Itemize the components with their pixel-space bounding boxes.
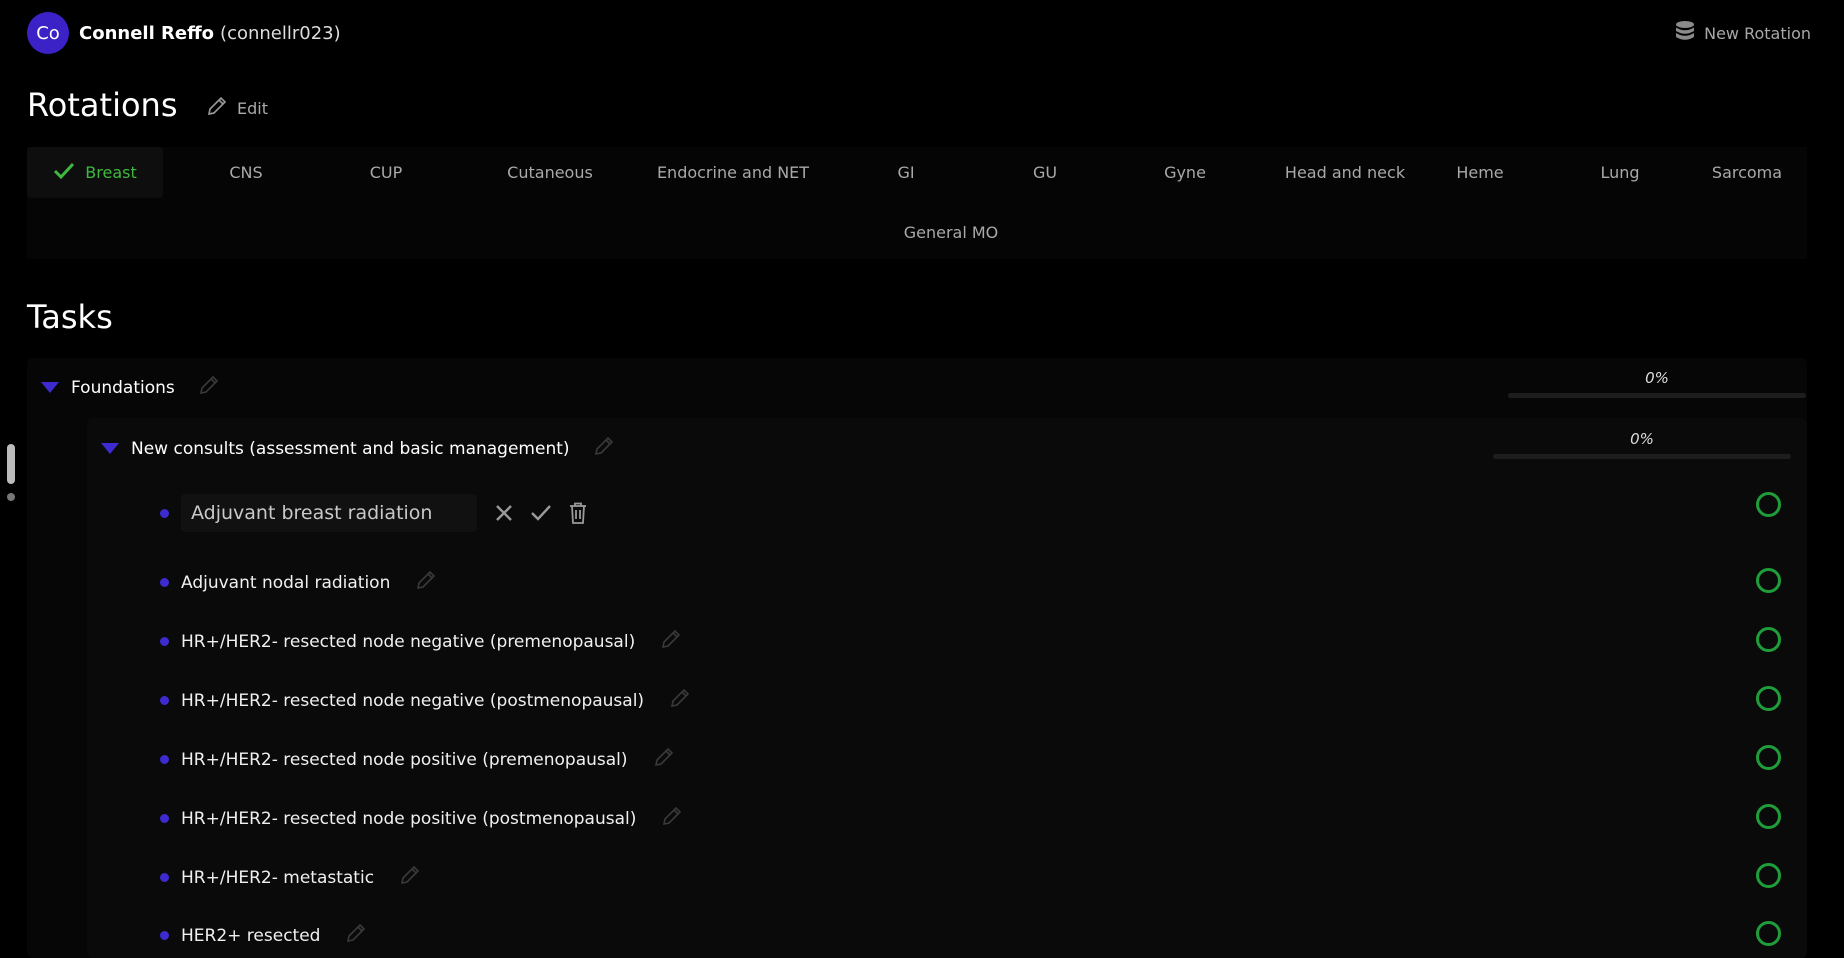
user-name: Connell Reffo xyxy=(79,22,215,44)
new-rotation-label: New Rotation xyxy=(1704,23,1811,43)
tab-gyne[interactable]: Gyne xyxy=(1120,147,1250,198)
task-row: HR+/HER2- resected node positive (premen… xyxy=(160,745,676,774)
tab-breast[interactable]: Breast xyxy=(27,147,163,198)
task-label: HR+/HER2- resected node positive (postme… xyxy=(181,808,637,829)
tab-general-mo[interactable]: General MO xyxy=(851,207,1051,258)
status-circle[interactable] xyxy=(1756,627,1781,652)
bullet xyxy=(160,578,169,587)
caret-down-icon[interactable] xyxy=(41,382,59,393)
task-row-editing xyxy=(160,494,603,532)
status-circle[interactable] xyxy=(1756,921,1781,946)
avatar[interactable]: Co xyxy=(27,12,69,54)
pencil-icon xyxy=(205,94,237,122)
task-label: HR+/HER2- resected node negative (postme… xyxy=(181,690,645,711)
tab-label: Heme xyxy=(1456,163,1504,182)
tab-endocrine-and-net[interactable]: Endocrine and NET xyxy=(623,147,843,198)
subgroup-progress: 0% xyxy=(1493,430,1791,459)
tab-sarcoma[interactable]: Sarcoma xyxy=(1687,147,1807,198)
task-label: Adjuvant nodal radiation xyxy=(181,572,391,593)
tab-heme[interactable]: Heme xyxy=(1415,147,1545,198)
tab-label: Gyne xyxy=(1164,163,1206,182)
tab-label: Sarcoma xyxy=(1711,163,1783,182)
pencil-icon[interactable] xyxy=(414,568,438,597)
task-label: HR+/HER2- metastatic xyxy=(181,867,375,888)
edit-rotations-button[interactable]: Edit xyxy=(205,94,268,122)
tab-cutaneous[interactable]: Cutaneous xyxy=(465,147,635,198)
status-circle[interactable] xyxy=(1756,686,1781,711)
task-label: HR+/HER2- resected node negative (premen… xyxy=(181,631,636,652)
tab-cup[interactable]: CUP xyxy=(321,147,451,198)
tab-label: Endocrine and NET xyxy=(656,163,810,182)
task-row: HR+/HER2- metastatic xyxy=(160,863,422,892)
pencil-icon[interactable] xyxy=(197,373,221,402)
status-circle[interactable] xyxy=(1756,568,1781,593)
tab-label: General MO xyxy=(903,223,999,242)
bullet xyxy=(160,637,169,646)
pencil-icon[interactable] xyxy=(660,804,684,833)
new-rotation-button[interactable]: New Rotation xyxy=(1674,20,1811,46)
bullet xyxy=(160,814,169,823)
trash-icon[interactable] xyxy=(567,501,589,525)
check-icon xyxy=(53,162,85,184)
status-circle[interactable] xyxy=(1756,863,1781,888)
tab-gu[interactable]: GU xyxy=(980,147,1110,198)
task-label: HR+/HER2- resected node positive (premen… xyxy=(181,749,628,770)
group-progress: 0% xyxy=(1508,369,1806,398)
status-circle[interactable] xyxy=(1756,745,1781,770)
tab-gi[interactable]: GI xyxy=(841,147,971,198)
tab-label: GI xyxy=(897,163,915,182)
edit-actions xyxy=(493,501,603,525)
bullet xyxy=(160,696,169,705)
close-icon[interactable] xyxy=(493,502,515,524)
tab-label: GU xyxy=(1032,163,1058,182)
task-row: HR+/HER2- resected node negative (postme… xyxy=(160,686,692,715)
edit-label: Edit xyxy=(237,98,268,118)
rotations-title: Rotations xyxy=(27,86,178,124)
tasks-title: Tasks xyxy=(27,298,113,336)
task-label: HER2+ resected xyxy=(181,925,321,946)
group-foundations[interactable]: Foundations xyxy=(41,373,221,402)
scrollbar-thumb[interactable] xyxy=(7,444,15,484)
progress-label: 0% xyxy=(1630,430,1654,448)
check-icon[interactable] xyxy=(529,502,553,524)
tab-cns[interactable]: CNS xyxy=(181,147,311,198)
pencil-icon[interactable] xyxy=(668,686,692,715)
bullet xyxy=(160,873,169,882)
tab-label: CNS xyxy=(229,163,263,182)
pencil-icon[interactable] xyxy=(652,745,676,774)
pencil-icon[interactable] xyxy=(592,434,616,463)
bullet xyxy=(160,931,169,940)
subgroup-new-consults[interactable]: New consults (assessment and basic manag… xyxy=(101,434,616,463)
status-circle[interactable] xyxy=(1756,804,1781,829)
task-name-input[interactable] xyxy=(181,494,477,532)
user-bar: Co Connell Reffo (connellr023) xyxy=(27,12,341,54)
database-icon xyxy=(1674,20,1704,46)
progress-bar xyxy=(1508,393,1806,398)
pencil-icon[interactable] xyxy=(659,627,683,656)
tab-label: Head and neck xyxy=(1284,163,1406,182)
tab-label: Cutaneous xyxy=(507,163,593,182)
bullet xyxy=(160,508,169,518)
task-row: HR+/HER2- resected node positive (postme… xyxy=(160,804,684,833)
tab-lung[interactable]: Lung xyxy=(1555,147,1685,198)
subgroup-label: New consults (assessment and basic manag… xyxy=(131,438,570,459)
group-label: Foundations xyxy=(71,377,175,398)
pencil-icon[interactable] xyxy=(398,863,422,892)
task-row: HER2+ resected xyxy=(160,921,368,950)
tab-head-and-neck[interactable]: Head and neck xyxy=(1250,147,1440,198)
tab-label: Lung xyxy=(1600,163,1640,182)
pencil-icon[interactable] xyxy=(344,921,368,950)
caret-down-icon[interactable] xyxy=(101,443,119,454)
scrollbar-indicator xyxy=(7,493,15,501)
tab-label: CUP xyxy=(369,163,403,182)
rotation-tabs: Breast CNS CUP Cutaneous Endocrine and N… xyxy=(27,147,1807,259)
tab-label: Breast xyxy=(85,163,137,182)
progress-bar xyxy=(1493,454,1791,459)
user-handle: (connellr023) xyxy=(220,22,341,44)
progress-label: 0% xyxy=(1645,369,1669,387)
task-row: HR+/HER2- resected node negative (premen… xyxy=(160,627,683,656)
task-row: Adjuvant nodal radiation xyxy=(160,568,438,597)
bullet xyxy=(160,755,169,764)
status-circle[interactable] xyxy=(1756,492,1781,517)
